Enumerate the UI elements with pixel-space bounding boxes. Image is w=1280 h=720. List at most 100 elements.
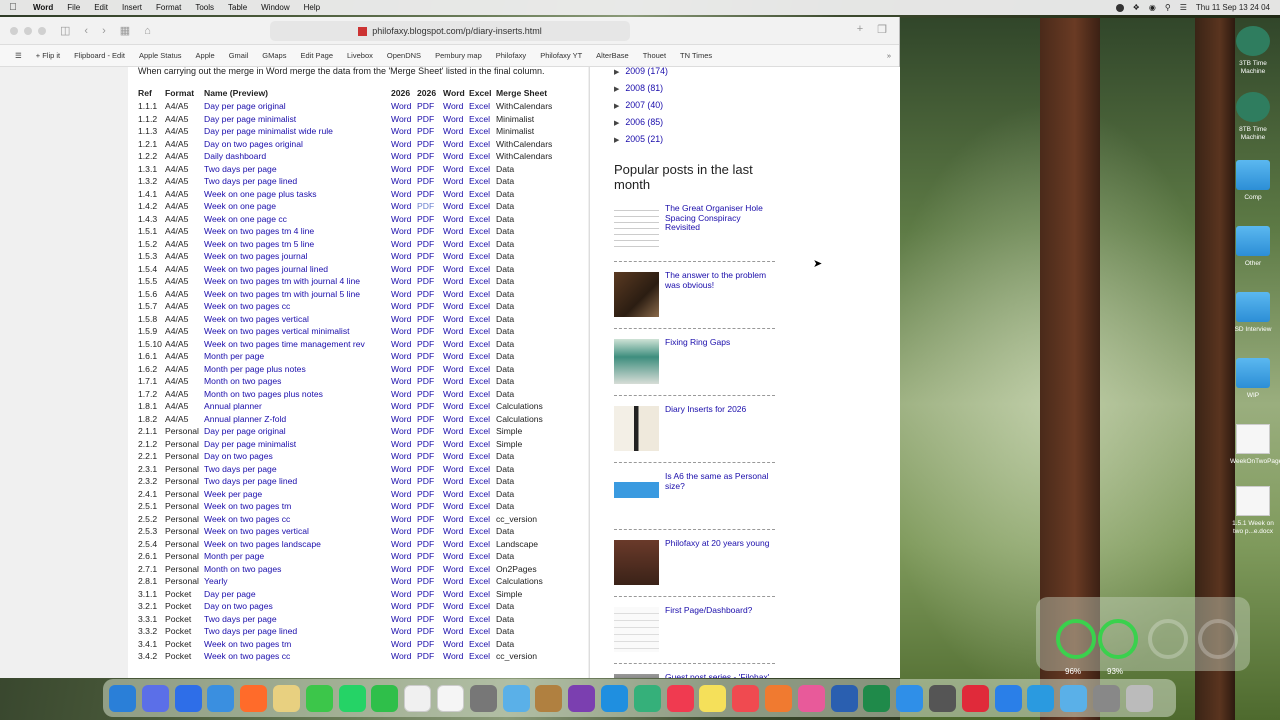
popular-post-link[interactable]: Guest post series - 'Filohax' No. 22 - P… — [665, 672, 775, 678]
download-link[interactable]: Word — [443, 438, 469, 451]
address-bar[interactable]: philofaxy.blogspot.com/p/diary-inserts.h… — [270, 21, 630, 41]
archive-year-link[interactable]: 2007 (40) — [625, 100, 663, 110]
facetime-icon[interactable] — [371, 684, 399, 712]
popular-post-item[interactable]: First Page/Dashboard? — [614, 602, 775, 664]
download-link[interactable]: Word — [443, 638, 469, 651]
download-link[interactable]: Word — [391, 363, 417, 376]
download-link[interactable]: Month on two pages — [204, 375, 391, 388]
app-store-icon[interactable] — [896, 684, 924, 712]
download-link[interactable]: Excel — [469, 150, 496, 163]
popular-post-link[interactable]: First Page/Dashboard? — [665, 605, 775, 616]
download-link[interactable]: Excel — [469, 238, 496, 251]
download-link[interactable]: Excel — [469, 538, 496, 551]
menu-file[interactable]: File — [60, 3, 87, 12]
spreadsheet-file-icon[interactable]: WeekOnTwoPages5...e.xlsx — [1230, 424, 1280, 466]
download-link[interactable]: Excel — [469, 338, 496, 351]
download-link[interactable]: Excel — [469, 500, 496, 513]
download-link[interactable]: Word — [443, 138, 469, 151]
post-thumbnail[interactable] — [614, 205, 659, 250]
music-icon[interactable] — [666, 684, 694, 712]
download-link[interactable]: Two days per page lined — [204, 625, 391, 638]
download-link[interactable]: Word — [391, 650, 417, 663]
menu-window[interactable]: Window — [254, 3, 296, 12]
popular-post-item[interactable]: Fixing Ring Gaps — [614, 334, 775, 396]
download-link[interactable]: Word — [391, 338, 417, 351]
download-link[interactable]: Excel — [469, 413, 496, 426]
download-link[interactable]: Word — [391, 113, 417, 126]
download-link[interactable]: Week on two pages cc — [204, 300, 391, 313]
download-link[interactable]: Word — [391, 163, 417, 176]
download-link[interactable]: Word — [443, 338, 469, 351]
download-link[interactable]: Month per page — [204, 350, 391, 363]
download-link[interactable]: Word — [443, 525, 469, 538]
download-link[interactable]: Annual planner Z-fold — [204, 413, 391, 426]
download-link[interactable]: Week on one page plus tasks — [204, 188, 391, 201]
whatsapp-icon[interactable] — [338, 684, 366, 712]
download-link[interactable]: Word — [391, 238, 417, 251]
download-link[interactable]: PDF — [417, 213, 443, 226]
popular-post-item[interactable]: The answer to the problem was obvious! — [614, 267, 775, 329]
download-link[interactable]: Excel — [469, 200, 496, 213]
download-link[interactable]: Week on two pages vertical minimalist — [204, 325, 391, 338]
download-link[interactable]: Excel — [469, 138, 496, 151]
archive-year-link[interactable]: 2006 (85) — [625, 117, 663, 127]
download-link[interactable]: Word — [391, 513, 417, 526]
maps-icon[interactable] — [502, 684, 530, 712]
folder-icon[interactable]: WIP — [1230, 358, 1276, 400]
download-link[interactable]: Word — [443, 188, 469, 201]
download-link[interactable]: Excel — [469, 250, 496, 263]
download-link[interactable]: PDF — [417, 388, 443, 401]
download-link[interactable]: Week on two pages journal lined — [204, 263, 391, 276]
archive-year-item[interactable]: ▶ 2007 (40) — [614, 97, 900, 114]
archive-year-item[interactable]: ▶ 2008 (81) — [614, 80, 900, 97]
forward-icon[interactable]: › — [102, 25, 106, 37]
download-link[interactable]: Word — [391, 500, 417, 513]
download-link[interactable]: Word — [443, 388, 469, 401]
download-link[interactable]: Excel — [469, 625, 496, 638]
download-link[interactable]: PDF — [417, 463, 443, 476]
download-link[interactable]: PDF — [417, 550, 443, 563]
settings-icon[interactable] — [469, 684, 497, 712]
download-link[interactable]: PDF — [417, 313, 443, 326]
download-link[interactable]: Word — [391, 275, 417, 288]
download-link[interactable]: Word — [443, 400, 469, 413]
popular-post-link[interactable]: Is A6 the same as Personal size? — [665, 471, 775, 491]
download-link[interactable]: Excel — [469, 163, 496, 176]
download-link[interactable]: Word — [443, 263, 469, 276]
time-machine-drive-icon[interactable]: 3TB Time Machine — [1230, 26, 1276, 76]
photos-library-icon[interactable] — [797, 684, 825, 712]
download-link[interactable]: PDF — [417, 513, 443, 526]
download-link[interactable]: Excel — [469, 438, 496, 451]
download-link[interactable]: Excel — [469, 488, 496, 501]
download-link[interactable]: Daily dashboard — [204, 150, 391, 163]
download-link[interactable]: Word — [391, 450, 417, 463]
download-link[interactable]: PDF — [417, 325, 443, 338]
search-icon[interactable]: ⚲ — [1165, 3, 1171, 12]
download-link[interactable]: Excel — [469, 563, 496, 576]
calendar-icon[interactable] — [404, 684, 432, 712]
download-link[interactable]: Word — [443, 425, 469, 438]
bookmark-item[interactable]: Thouet — [636, 51, 673, 60]
download-link[interactable]: Two days per page — [204, 463, 391, 476]
apple-icon[interactable]:  — [0, 2, 26, 13]
download-link[interactable]: PDF — [417, 113, 443, 126]
bookmark-item[interactable]: TN Times — [673, 51, 719, 60]
download-link[interactable]: PDF — [417, 425, 443, 438]
download-link[interactable]: Day per page original — [204, 425, 391, 438]
app-menu[interactable]: Word — [26, 3, 60, 12]
download-link[interactable]: Day on two pages original — [204, 138, 391, 151]
launchpad-icon[interactable] — [141, 684, 169, 712]
post-thumbnail[interactable] — [614, 607, 659, 652]
download-link[interactable]: Excel — [469, 425, 496, 438]
download-link[interactable]: PDF — [417, 125, 443, 138]
post-thumbnail[interactable] — [614, 674, 659, 678]
popular-post-link[interactable]: Philofaxy at 20 years young — [665, 538, 775, 549]
notes-app-icon[interactable] — [272, 684, 300, 712]
download-link[interactable]: Month per page plus notes — [204, 363, 391, 376]
download-link[interactable]: PDF — [417, 475, 443, 488]
popular-post-item[interactable]: Philofaxy at 20 years young — [614, 535, 775, 597]
download-link[interactable]: Word — [391, 175, 417, 188]
download-link[interactable]: Day per page minimalist — [204, 438, 391, 451]
time-machine-drive-icon[interactable]: 8TB Time Machine — [1230, 92, 1276, 142]
popular-post-item[interactable]: Diary Inserts for 2026 — [614, 401, 775, 463]
